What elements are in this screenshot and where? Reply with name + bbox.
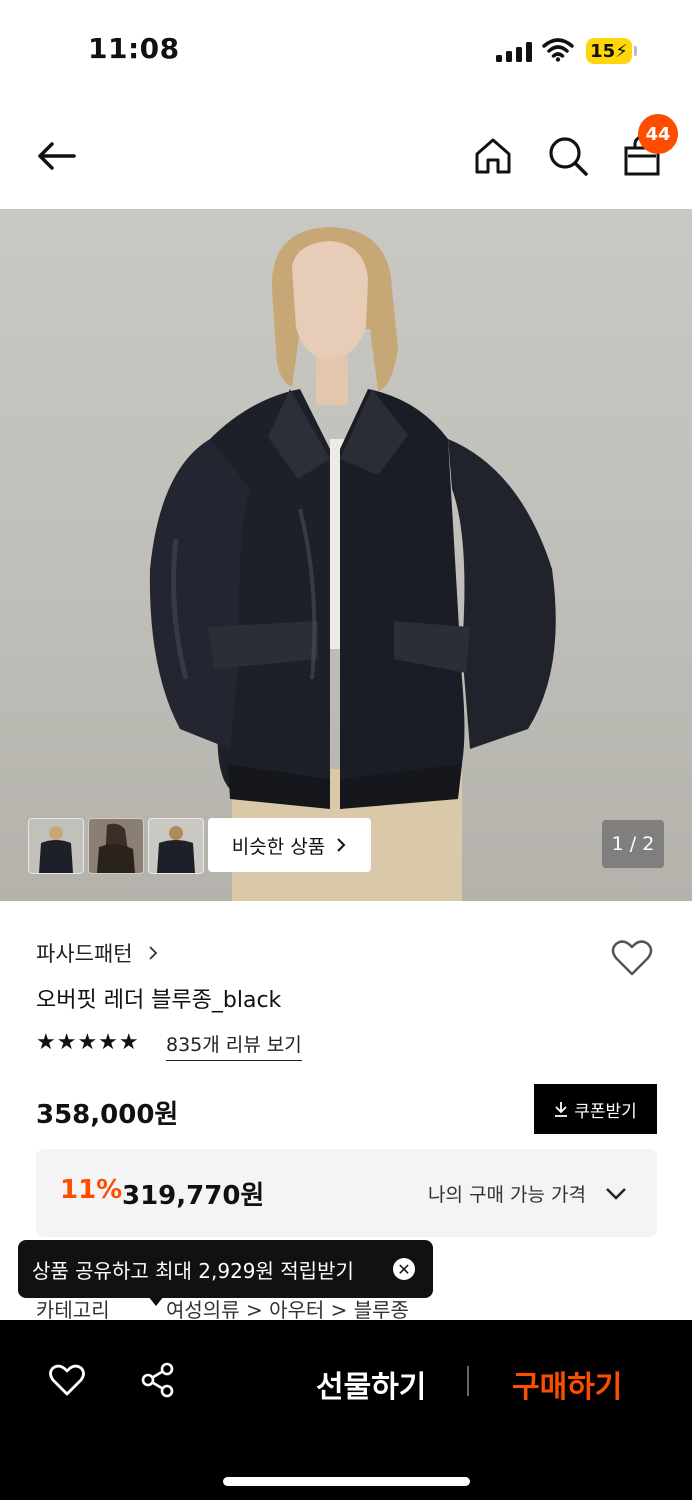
share-icon[interactable] — [140, 1362, 176, 1398]
product-name: 오버핏 레더 블루종_black — [36, 988, 282, 1013]
cart-count-badge: 44 — [638, 114, 678, 154]
battery-indicator: 15 ⚡ — [586, 38, 637, 64]
product-main-image[interactable] — [0, 209, 692, 901]
thumbnail-2-image — [97, 823, 135, 873]
thumbnail-1[interactable] — [28, 818, 84, 874]
buy-button[interactable]: 구매하기 — [512, 1362, 622, 1406]
home-indicator — [223, 1477, 470, 1486]
brand-link[interactable]: 파사드패턴 — [36, 938, 159, 968]
similar-products-label: 비슷한 상품 — [231, 835, 326, 858]
thumbnail-1-image — [39, 826, 73, 873]
bottom-action-bar — [0, 1320, 692, 1500]
review-link[interactable]: 835개 리뷰 보기 — [166, 1030, 302, 1061]
status-time: 11:08 — [88, 32, 180, 65]
original-price: 358,000원 — [36, 1100, 179, 1130]
category-breadcrumb[interactable]: 여성의류 > 아우터 > 블루종 — [166, 1294, 409, 1323]
wishlist-heart-icon[interactable] — [610, 936, 654, 980]
divider — [467, 1366, 469, 1396]
category-label: 카테고리 — [36, 1298, 110, 1322]
chevron-right-icon — [149, 946, 158, 960]
thumbnail-3[interactable] — [148, 818, 204, 874]
tooltip-tail — [148, 1296, 164, 1306]
charging-bolt-icon: ⚡ — [615, 40, 628, 62]
thumbnail-3-image — [157, 826, 195, 873]
discount-price: 319,770원 — [122, 1181, 265, 1211]
like-heart-icon[interactable] — [48, 1362, 86, 1398]
similar-products-button[interactable]: 비슷한 상품 — [208, 818, 371, 872]
chevron-right-icon — [337, 838, 346, 852]
cellular-signal-icon — [496, 42, 532, 62]
search-icon[interactable] — [546, 134, 590, 178]
image-pager: 1 / 2 — [602, 820, 664, 868]
home-icon[interactable] — [471, 134, 515, 178]
coupon-button[interactable]: 쿠폰받기 — [534, 1084, 657, 1134]
share-reward-tooltip: 상품 공유하고 최대 2,929원 적립받기 — [18, 1240, 433, 1298]
thumbnail-2[interactable] — [88, 818, 144, 874]
model-photo-illustration — [149, 227, 556, 901]
download-icon — [555, 1102, 568, 1117]
rating-stars: ★★★★★ — [36, 1030, 140, 1055]
discount-rate: 11% — [60, 1175, 123, 1205]
wifi-icon — [542, 38, 574, 62]
gift-button[interactable]: 선물하기 — [316, 1362, 426, 1406]
chevron-down-icon[interactable] — [604, 1182, 628, 1206]
my-price-label: 나의 구매 가능 가격 — [428, 1184, 586, 1206]
battery-level: 15 — [590, 40, 616, 62]
back-arrow-icon[interactable] — [34, 134, 78, 178]
brand-name: 파사드패턴 — [36, 942, 133, 966]
tooltip-text: 상품 공유하고 최대 2,929원 적립받기 — [32, 1258, 354, 1283]
coupon-label: 쿠폰받기 — [574, 1101, 637, 1122]
close-icon[interactable]: ✕ — [393, 1258, 415, 1280]
